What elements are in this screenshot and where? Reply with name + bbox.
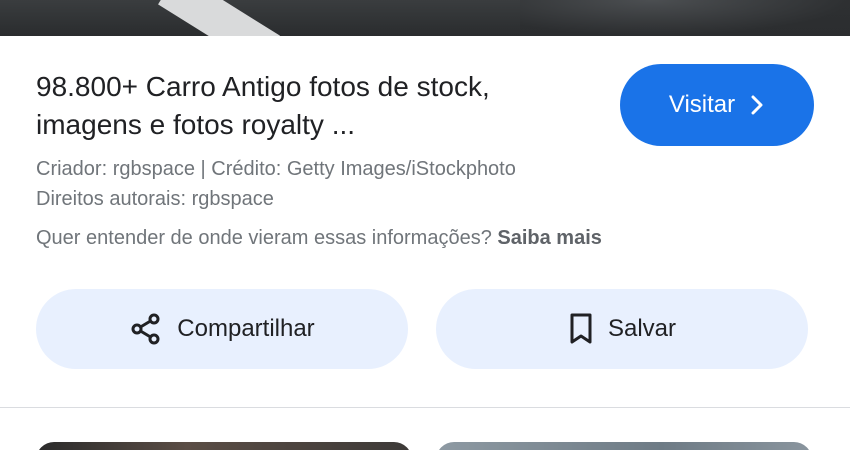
related-image-thumbnail[interactable] [36, 442, 412, 450]
related-image-thumbnail[interactable] [436, 442, 812, 450]
preview-image[interactable] [0, 0, 850, 36]
info-question: Quer entender de onde vieram essas infor… [36, 227, 492, 249]
bookmark-icon [570, 313, 592, 344]
copyright: Direitos autorais: rgbspace [36, 188, 274, 210]
visit-button-label: Visitar [668, 91, 736, 118]
share-button[interactable]: Compartilhar [36, 289, 408, 369]
visit-button[interactable]: Visitar [620, 64, 814, 146]
image-shadow [520, 0, 850, 36]
road-marking [158, 0, 280, 36]
save-button-label: Salvar [607, 315, 677, 342]
section-divider [0, 407, 850, 408]
share-icon [131, 313, 160, 345]
chevron-right-icon [751, 95, 763, 115]
share-button-label: Compartilhar [177, 315, 315, 342]
creator-credit: Criador: rgbspace | Crédito: Getty Image… [36, 158, 516, 180]
page-title: 98.800+ Carro Antigo fotos de stock, ima… [36, 71, 490, 140]
save-button[interactable]: Salvar [436, 289, 808, 369]
image-detail-panel: 98.800+ Carro Antigo fotos de stock, ima… [0, 0, 850, 450]
learn-more-link[interactable]: Saiba mais [497, 227, 602, 249]
info-source-line: Quer entender de onde vieram essas infor… [36, 224, 602, 252]
